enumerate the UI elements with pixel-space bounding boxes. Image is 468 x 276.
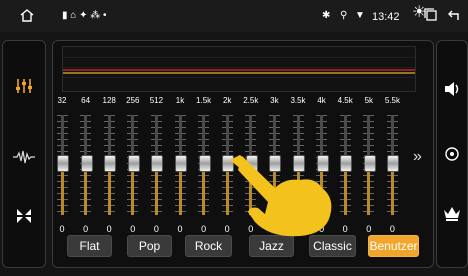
band-frequency-label: 5.5k	[384, 96, 400, 105]
band-value-label: 0	[201, 224, 207, 234]
band-value-label: 0	[59, 224, 65, 234]
band-slider-knob[interactable]	[340, 155, 353, 172]
band-value-label: 0	[83, 224, 89, 234]
preset-button-benutzer[interactable]: Benutzer	[368, 235, 419, 257]
band-slider-knob[interactable]	[387, 155, 400, 172]
band-frequency-label: 3k	[270, 96, 279, 105]
band-slider-knob[interactable]	[80, 155, 93, 172]
band-frequency-label: 4k	[317, 96, 326, 105]
band-value-label: 0	[177, 224, 183, 234]
preset-button-rock[interactable]: Rock	[185, 235, 232, 257]
tap-gesture-hand-icon	[230, 150, 340, 240]
band-frequency-label: 512	[149, 96, 164, 105]
band-slider-knob[interactable]	[198, 155, 211, 172]
band-frequency-label: 2k	[222, 96, 232, 105]
band-slider-knob[interactable]	[363, 155, 376, 172]
preset-button-pop[interactable]: Pop	[127, 235, 172, 257]
band-value-label: 0	[106, 224, 112, 234]
band-frequency-label: 64	[81, 96, 91, 105]
preset-button-flat[interactable]: Flat	[67, 235, 112, 257]
band-value-label: 0	[130, 224, 136, 234]
band-frequency-label: 4.5k	[337, 96, 353, 105]
band-frequency-label: 3.5k	[290, 96, 306, 105]
band-frequency-label: 32	[57, 96, 67, 105]
next-page-button[interactable]: »	[413, 148, 422, 166]
band-frequency-label: 5k	[364, 96, 374, 105]
band-slider-knob[interactable]	[104, 155, 117, 172]
band-frequency-label: 2.5k	[243, 96, 259, 105]
band-frequency-label: 1.5k	[196, 96, 212, 105]
band-slider-knob[interactable]	[151, 155, 164, 172]
band-slider-knob[interactable]	[57, 155, 69, 172]
band-frequency-label: 256	[126, 96, 140, 105]
band-value-label: 0	[366, 224, 372, 234]
band-value-label: 0	[153, 224, 159, 234]
band-frequency-label: 128	[102, 96, 116, 105]
band-slider-knob[interactable]	[127, 155, 140, 172]
band-slider-knob[interactable]	[175, 155, 187, 172]
band-frequency-label: 1k	[175, 96, 185, 105]
band-value-label: 0	[389, 224, 395, 234]
